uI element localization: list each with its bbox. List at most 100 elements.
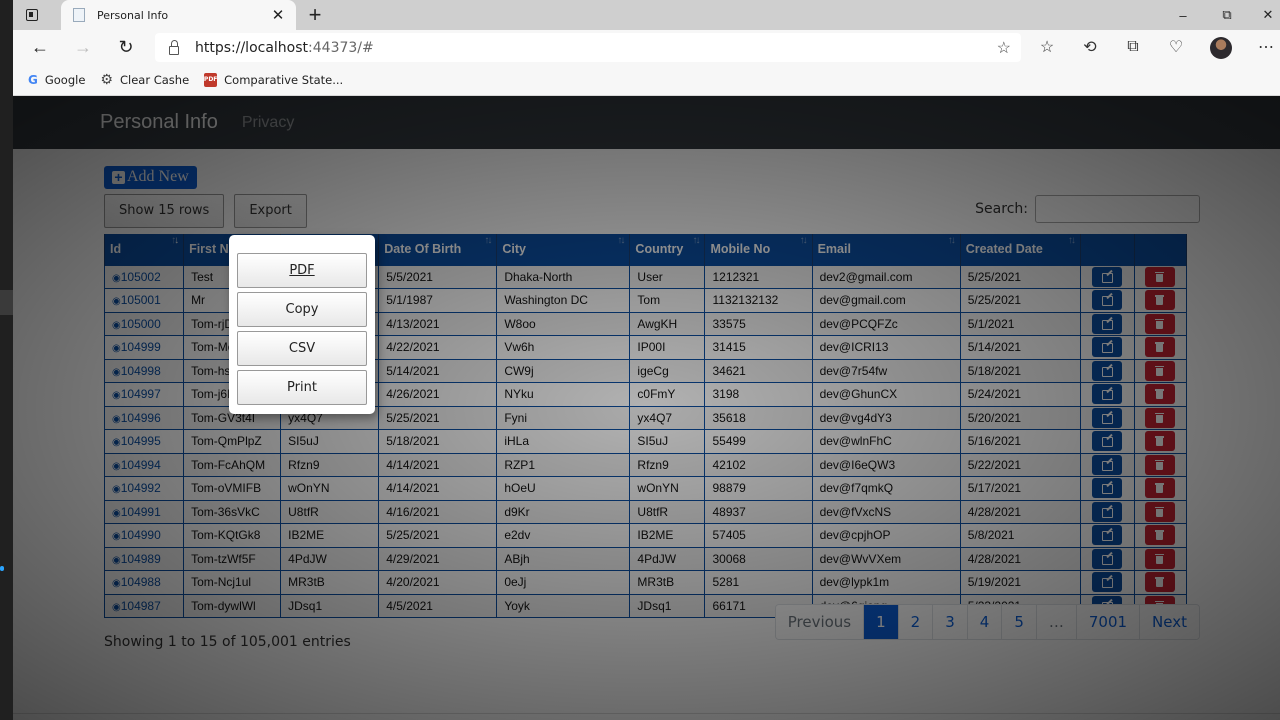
edit-icon[interactable] [1092,313,1123,334]
export-pdf-button[interactable]: PDF [237,253,367,288]
bookmark-comparative-state[interactable]: PDF Comparative State... [204,72,344,87]
edit-icon[interactable] [1092,266,1123,287]
back-button[interactable]: ← [26,34,54,60]
trash-icon[interactable] [1145,478,1176,499]
trash-icon[interactable] [1145,548,1176,569]
tab-actions-icon[interactable] [23,6,41,24]
cell-id-link[interactable]: ◉104991 [103,499,185,524]
pagination-page-3[interactable]: 3 [933,605,968,639]
column-header-id[interactable]: Id ↑↓ [103,234,185,265]
eye-icon: ◉ [112,484,121,496]
new-tab-button[interactable]: + [303,2,327,28]
cell-dob: 4/22/2021 [378,335,498,360]
tab-personal-info[interactable]: Personal Info ✕ [61,0,296,30]
column-header-mobile[interactable]: Mobile No ↑↓ [704,234,813,265]
column-header-email[interactable]: Email ↑↓ [811,234,961,265]
history-icon[interactable]: ⟲ [1077,35,1103,59]
export-csv-button[interactable]: CSV [237,331,367,366]
trash-icon[interactable] [1145,525,1176,546]
cell-delete [1133,546,1188,571]
pagination-page-1[interactable]: 1 [864,605,899,639]
cell-id-link[interactable]: ◉104996 [103,405,185,430]
close-window-button[interactable]: ✕ [1246,0,1280,30]
trash-icon[interactable] [1145,360,1176,381]
cell-id-link[interactable]: ◉105001 [103,288,185,313]
edit-icon[interactable] [1092,572,1123,593]
export-copy-button[interactable]: Copy [237,292,367,327]
cell-delete [1133,570,1188,595]
trash-icon[interactable] [1145,572,1176,593]
column-header-city[interactable]: City ↑↓ [496,234,631,265]
trash-icon[interactable] [1145,384,1176,405]
trash-icon[interactable] [1145,266,1176,287]
cell-id-link[interactable]: ◉104988 [103,570,185,595]
minimize-button[interactable]: – [1161,0,1205,30]
close-tab-icon[interactable]: ✕ [270,6,286,24]
collections-icon[interactable]: ⧉ [1120,35,1146,59]
edit-icon[interactable] [1092,290,1123,311]
trash-icon[interactable] [1145,290,1176,311]
pagination-previous[interactable]: Previous [775,605,865,639]
edit-icon[interactable] [1092,337,1123,358]
favorites-icon[interactable]: ☆ [1034,35,1060,59]
cell-delete [1133,499,1188,524]
forward-button[interactable]: → [69,34,97,60]
cell-id-link[interactable]: ◉105000 [103,311,185,336]
cell-id-link[interactable]: ◉104994 [103,452,185,477]
performance-icon[interactable]: ♡ [1163,35,1189,59]
edit-icon[interactable] [1092,360,1123,381]
cell-edit [1079,335,1135,360]
add-favorite-icon[interactable]: ☆ [997,38,1011,58]
trash-icon[interactable] [1145,431,1176,452]
bookmark-google[interactable]: G Google [28,73,85,87]
export-print-button[interactable]: Print [237,370,367,405]
pagination-next[interactable]: Next [1140,605,1199,639]
reload-button[interactable]: ↻ [112,34,140,60]
cell-id-link[interactable]: ◉104998 [103,358,185,383]
trash-icon[interactable] [1145,407,1176,428]
search-input[interactable] [1035,195,1200,223]
trash-icon[interactable] [1145,501,1176,522]
cell-dob: 4/26/2021 [378,382,498,407]
navbar-brand[interactable]: Personal Info [100,111,218,134]
export-button[interactable]: Export [234,194,307,228]
show-rows-button[interactable]: Show 15 rows [104,194,225,228]
cell-email: dev@ICRI13 [811,335,961,360]
cell-id-link[interactable]: ◉104989 [103,546,185,571]
trash-icon[interactable] [1145,337,1176,358]
lock-icon[interactable] [169,39,179,55]
bookmark-label: Comparative State... [224,72,344,87]
edit-icon[interactable] [1092,478,1123,499]
cell-id-link[interactable]: ◉104999 [103,335,185,360]
restore-button[interactable]: ⧉ [1205,0,1249,30]
column-header-created-date[interactable]: Created Date ↑↓ [959,234,1081,265]
pagination-page-2[interactable]: 2 [898,605,934,639]
pagination-page-5[interactable]: 5 [1002,605,1037,639]
edit-icon[interactable] [1092,407,1123,428]
edit-icon[interactable] [1092,431,1123,452]
edit-icon[interactable] [1092,525,1123,546]
profile-avatar[interactable] [1210,37,1232,59]
edit-icon[interactable] [1092,454,1123,475]
cell-id-link[interactable]: ◉104997 [103,382,185,407]
nav-link-privacy[interactable]: Privacy [242,114,294,132]
pagination-page-4[interactable]: 4 [967,605,1003,639]
add-new-button[interactable]: + Add New [104,166,197,189]
pagination-page-7001[interactable]: 7001 [1076,605,1141,639]
cell-id-link[interactable]: ◉104992 [103,476,185,501]
bookmark-clear-cashe[interactable]: ⚙ Clear Cashe [100,72,189,88]
edit-icon[interactable] [1092,384,1123,405]
column-header-country[interactable]: Country ↑↓ [629,234,706,265]
url-field[interactable]: https://localhost:44373/# ☆ [155,33,1021,62]
more-menu-icon[interactable]: ⋯ [1253,35,1279,59]
edit-icon[interactable] [1092,501,1123,522]
trash-icon[interactable] [1145,313,1176,334]
cell-id-link[interactable]: ◉104995 [103,429,185,454]
edit-icon[interactable] [1092,548,1123,569]
cell-id-link[interactable]: ◉104990 [103,523,185,548]
trash-icon[interactable] [1145,454,1176,475]
column-header-dob[interactable]: Date Of Birth ↑↓ [378,234,498,265]
cell-created-date: 5/8/2021 [959,523,1081,548]
cell-id-link[interactable]: ◉104987 [103,593,185,618]
cell-id-link[interactable]: ◉105002 [103,264,185,289]
